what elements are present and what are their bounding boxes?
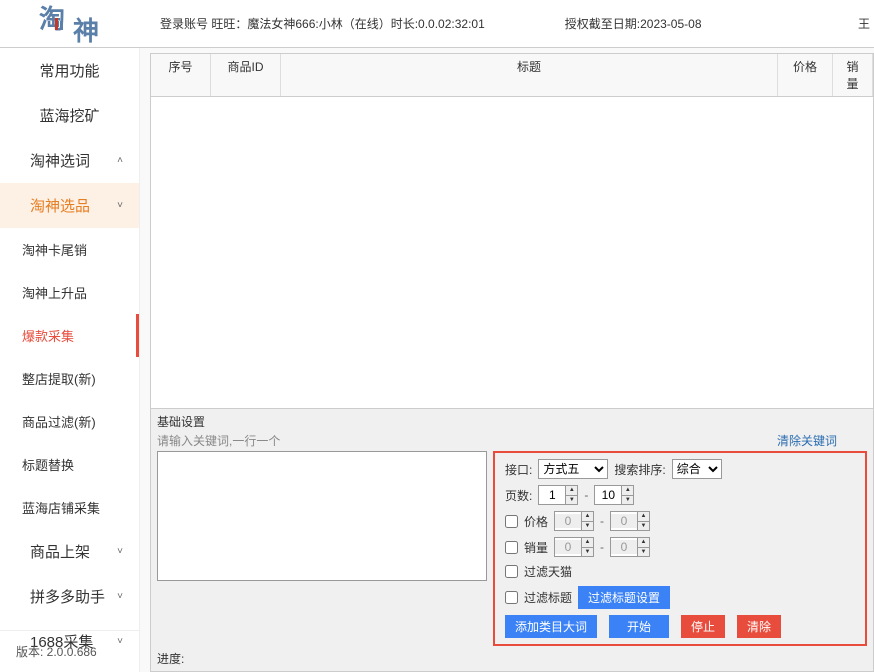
table-header: 序号 商品ID 标题 价格 销量 <box>151 54 873 97</box>
sales-to-spinner[interactable]: ▲▼ <box>610 537 650 557</box>
col-sales[interactable]: 销量 <box>833 54 873 96</box>
col-price[interactable]: 价格 <box>778 54 833 96</box>
down-icon[interactable]: ▼ <box>582 548 593 557</box>
app-logo: 淘神 <box>0 0 140 48</box>
interface-label: 接口: <box>505 461 532 478</box>
price-label: 价格 <box>524 513 548 530</box>
chevron-down-icon: ˅ <box>117 591 123 602</box>
nav-sub-rising[interactable]: 淘神上升品 <box>0 271 139 314</box>
sales-checkbox[interactable] <box>505 541 518 554</box>
nav-label: 商品上架 <box>30 541 90 562</box>
filter-title-label: 过滤标题 <box>524 589 572 606</box>
chevron-up-icon: ˄ <box>117 155 123 166</box>
up-icon[interactable]: ▲ <box>582 538 593 548</box>
chevron-down-icon: ˅ <box>117 546 123 557</box>
down-icon[interactable]: ▼ <box>622 496 633 505</box>
price-from-spinner[interactable]: ▲▼ <box>554 511 594 531</box>
main-area: 序号 商品ID 标题 价格 销量 基础设置 请输入关键词,一行一个 清除关键词 … <box>140 48 874 672</box>
stop-button[interactable]: 停止 <box>681 615 725 638</box>
auth-info: 授权截至日期:2023-05-08 <box>565 15 702 32</box>
nav-label: 拼多多助手 <box>30 586 105 607</box>
results-table: 序号 商品ID 标题 价格 销量 <box>150 53 874 409</box>
pages-label: 页数: <box>505 487 532 504</box>
start-button[interactable]: 开始 <box>609 615 669 638</box>
up-icon[interactable]: ▲ <box>638 512 649 522</box>
keyword-hint: 请输入关键词,一行一个 <box>157 432 769 449</box>
up-icon[interactable]: ▲ <box>622 486 633 496</box>
nav-label: 淘神选品 <box>30 195 90 216</box>
pages-from-spinner[interactable]: ▲▼ <box>538 485 578 505</box>
price-to-spinner[interactable]: ▲▼ <box>610 511 650 531</box>
nav-sub-blueseashop[interactable]: 蓝海店铺采集 <box>0 486 139 529</box>
app-header: 淘神 登录账号 旺旺：魔法女神666:小林（在线）时长:0.0.02:32:01… <box>0 0 874 48</box>
sort-label: 搜索排序: <box>614 461 665 478</box>
clear-button[interactable]: 清除 <box>737 615 781 638</box>
up-icon[interactable]: ▲ <box>638 538 649 548</box>
up-icon[interactable]: ▲ <box>582 512 593 522</box>
nav-pdd[interactable]: 拼多多助手 ˅ <box>0 574 139 619</box>
nav-taoshen-products[interactable]: 淘神选品 ˅ <box>0 183 139 228</box>
nav-sub-wholeshop[interactable]: 整店提取(新) <box>0 357 139 400</box>
filter-title-checkbox[interactable] <box>505 591 518 604</box>
settings-box: 接口: 方式五 搜索排序: 综合 页数: ▲▼ - ▲▼ 价格 ▲▼ <box>493 451 867 646</box>
sales-from-spinner[interactable]: ▲▼ <box>554 537 594 557</box>
col-title[interactable]: 标题 <box>281 54 778 96</box>
sales-label: 销量 <box>524 539 548 556</box>
chevron-down-icon: ˅ <box>117 200 123 211</box>
add-category-button[interactable]: 添加类目大词 <box>505 615 597 638</box>
interface-select[interactable]: 方式五 <box>538 459 608 479</box>
up-icon[interactable]: ▲ <box>566 486 577 496</box>
progress-label: 进度: <box>157 650 867 667</box>
nav-taoshen-words[interactable]: 淘神选词 ˄ <box>0 138 139 183</box>
nav-sub-titlereplace[interactable]: 标题替换 <box>0 443 139 486</box>
login-info: 登录账号 旺旺：魔法女神666:小林（在线）时长:0.0.02:32:01 <box>160 15 485 32</box>
clear-keyword-link[interactable]: 清除关键词 <box>777 432 837 449</box>
down-icon[interactable]: ▼ <box>638 548 649 557</box>
keyword-textarea[interactable] <box>157 451 487 581</box>
down-icon[interactable]: ▼ <box>582 522 593 531</box>
nav-bluesea-mine[interactable]: 蓝海挖矿 <box>0 93 139 138</box>
sort-select[interactable]: 综合 <box>672 459 722 479</box>
version-label: 版本: 2.0.0.686 <box>0 630 140 672</box>
nav-label: 淘神选词 <box>30 150 90 171</box>
nav-common[interactable]: 常用功能 <box>0 48 139 93</box>
filter-title-settings-button[interactable]: 过滤标题设置 <box>578 586 670 609</box>
settings-panel: 基础设置 请输入关键词,一行一个 清除关键词 接口: 方式五 搜索排序: 综合 … <box>150 409 874 672</box>
filter-tmall-label: 过滤天猫 <box>524 563 572 580</box>
header-right-glyph: 王 <box>858 15 870 32</box>
price-checkbox[interactable] <box>505 515 518 528</box>
down-icon[interactable]: ▼ <box>566 496 577 505</box>
pages-to-spinner[interactable]: ▲▼ <box>594 485 634 505</box>
sidebar: 常用功能 蓝海挖矿 淘神选词 ˄ 淘神选品 ˅ 淘神卡尾销 淘神上升品 爆款采集… <box>0 48 140 672</box>
panel-title: 基础设置 <box>157 413 867 430</box>
logo-text: 淘神 <box>39 5 101 42</box>
col-id[interactable]: 商品ID <box>211 54 281 96</box>
header-info: 登录账号 旺旺：魔法女神666:小林（在线）时长:0.0.02:32:01 授权… <box>140 15 858 32</box>
down-icon[interactable]: ▼ <box>638 522 649 531</box>
nav-sub-tailsale[interactable]: 淘神卡尾销 <box>0 228 139 271</box>
nav-sub-hotcollect[interactable]: 爆款采集 <box>0 314 139 357</box>
col-seq[interactable]: 序号 <box>151 54 211 96</box>
nav-listing[interactable]: 商品上架 ˅ <box>0 529 139 574</box>
nav-sub-filter[interactable]: 商品过滤(新) <box>0 400 139 443</box>
filter-tmall-checkbox[interactable] <box>505 565 518 578</box>
